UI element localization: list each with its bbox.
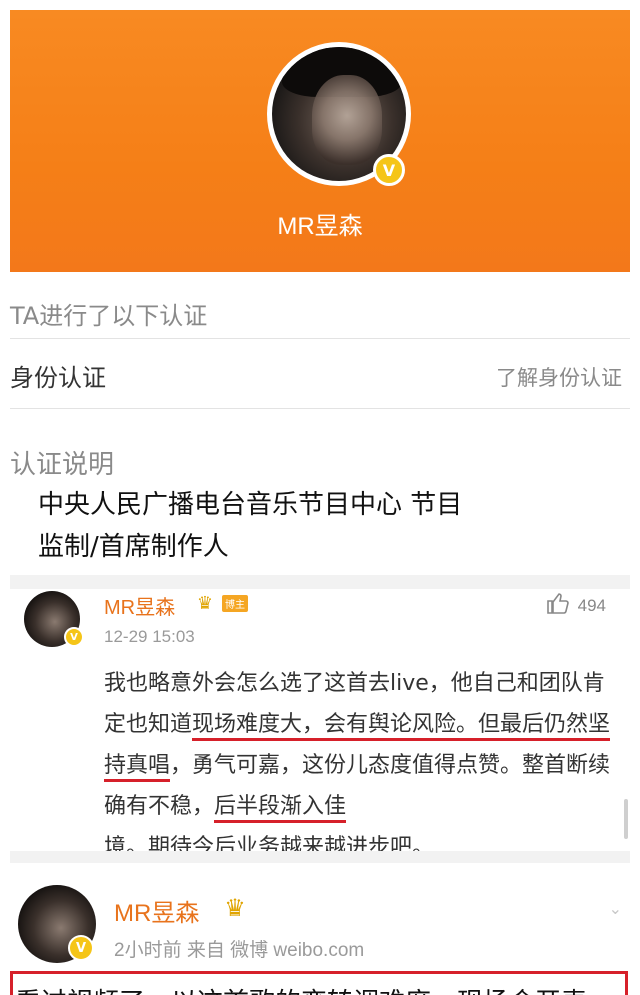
profile-header: V MR昱森	[10, 10, 630, 272]
author-badge: 博主	[222, 595, 248, 612]
comment-author[interactable]: MR昱森	[104, 591, 175, 620]
divider	[10, 338, 630, 339]
desc-line: 中央人民广播电台音乐节目中心 节目	[38, 490, 463, 520]
learn-identity-link[interactable]: 了解身份认证	[496, 362, 622, 392]
underlined-text: 现场难度大，会有舆论风险。	[192, 712, 479, 741]
scrollbar[interactable]	[624, 799, 628, 839]
comment-author[interactable]: MR昱森	[114, 893, 199, 928]
chevron-down-icon[interactable]: ⌄	[609, 899, 622, 918]
verified-v-icon: V	[68, 935, 94, 961]
comment-text: ，勇气可嘉，这份儿态度值得点赞。整首断续确有不稳，	[104, 753, 611, 819]
comment-time: 12-29 15:03	[104, 627, 195, 646]
crown-icon: ♛	[196, 592, 214, 614]
comment-meta: 2小时前 来自 微博 weibo.com	[114, 940, 365, 961]
underlined-text: 后半段渐入佳	[214, 794, 347, 823]
divider	[10, 408, 630, 409]
highlighted-comment-text: 看过视频了，以这首歌的变转调难度，现场会开麦	[10, 971, 628, 995]
verification-section-title: TA进行了以下认证	[10, 296, 630, 331]
separator	[10, 575, 630, 589]
verified-v-icon: V	[373, 154, 405, 186]
like-count: 494	[577, 595, 606, 615]
comment-card: V MR昱森 ♛ 博主 12-29 15:03 494 我也略意外会怎么选了这首…	[10, 589, 630, 864]
verification-desc-title: 认证说明	[10, 444, 630, 481]
identity-label: 身份认证	[10, 364, 106, 392]
desc-line: 监制/首席制作人	[38, 532, 229, 562]
comment-text: 看过视频了，以这首歌的变转调难度，现场会开麦	[13, 986, 625, 995]
thumbs-up-icon	[546, 591, 570, 620]
comment-card: V MR昱森 ♛ 2小时前 来自 微博 weibo.com ⌄ 看过视频了，以这…	[10, 863, 630, 995]
separator	[10, 851, 630, 863]
comment-body: 我也略意外会怎么选了这首去live，他自己和团队肯定也知道现场难度大，会有舆论风…	[104, 663, 614, 868]
verification-desc-body: 中央人民广播电台音乐节目中心 节目 监制/首席制作人	[38, 484, 598, 568]
like-button[interactable]: 494	[546, 591, 606, 620]
profile-name: MR昱森	[277, 213, 363, 240]
verified-v-icon: V	[64, 627, 84, 647]
identity-row[interactable]: 身份认证 了解身份认证	[10, 354, 630, 394]
crown-icon: ♛	[224, 894, 246, 922]
